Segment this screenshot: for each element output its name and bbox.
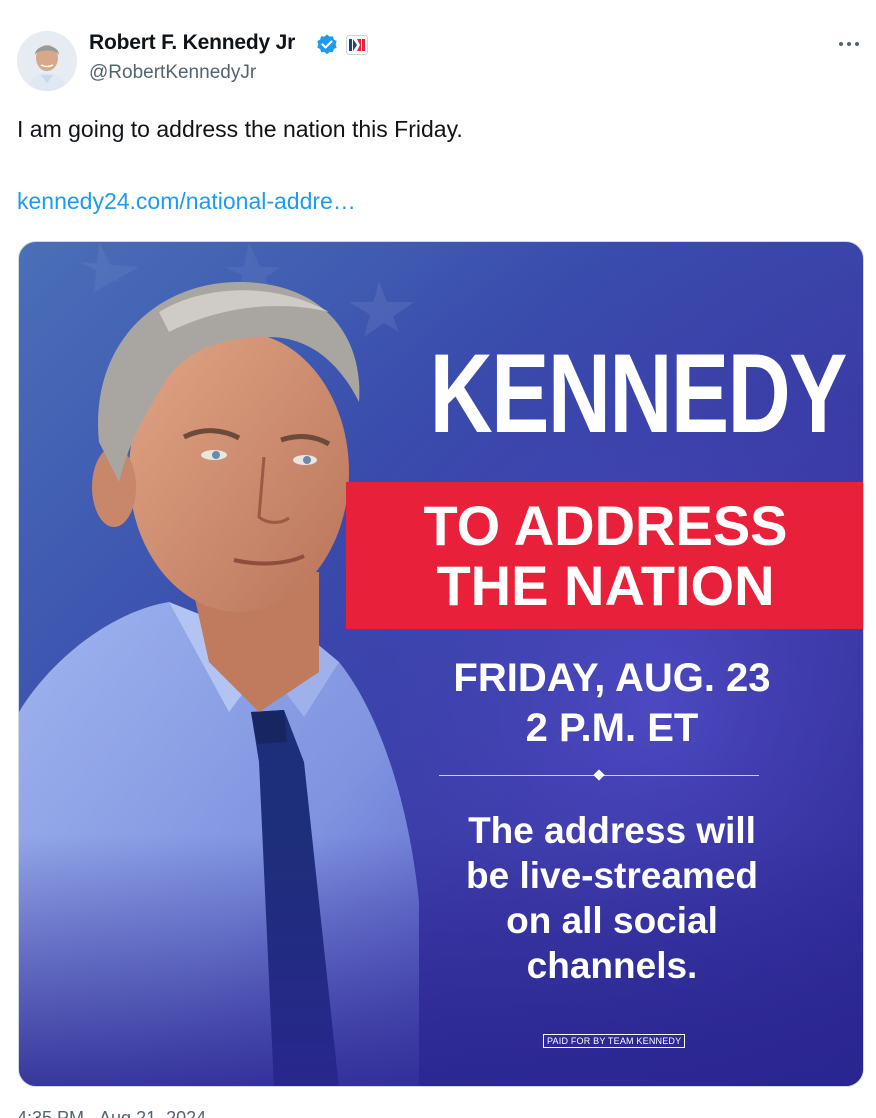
media-time: 2 P.M. ET [525,706,699,750]
media-date: FRIDAY, AUG. 23 [453,656,771,700]
tweet-card[interactable]: Robert F. Kennedy Jr @RobertKennedyJr I … [0,0,876,1118]
author-handle[interactable]: @RobertKennedyJr [89,62,256,84]
kennedy-campaign-badge-icon[interactable] [346,35,368,55]
media-headline: KENNEDY [429,331,848,456]
more-options-icon[interactable] [832,34,866,54]
banner-line: TO ADDRESS [423,494,788,557]
tweet-text: I am going to address the nation this Fr… [17,116,463,142]
tweet-link[interactable]: kennedy24.com/national-addre… [17,188,356,215]
media-red-banner: TO ADDRESS THE NATION [346,482,863,629]
author-display-name[interactable]: Robert F. Kennedy Jr [89,31,295,55]
media-body-line: on all social [506,900,718,941]
media-body-line: be live-streamed [465,855,759,896]
banner-line: THE NATION [436,554,775,617]
avatar[interactable] [17,31,77,91]
tweet-media-image[interactable]: KENNEDY TO ADDRESS THE NATION FRIDAY, AU… [18,241,864,1087]
media-body-line: The address will [468,810,756,851]
tweet-timestamp[interactable]: 4:35 PM · Aug 21, 2024 [17,1108,206,1118]
media-body-line: channels. [526,945,698,986]
paid-for-disclaimer: PAID FOR BY TEAM KENNEDY [543,1034,686,1048]
verified-badge-icon[interactable] [315,33,339,57]
